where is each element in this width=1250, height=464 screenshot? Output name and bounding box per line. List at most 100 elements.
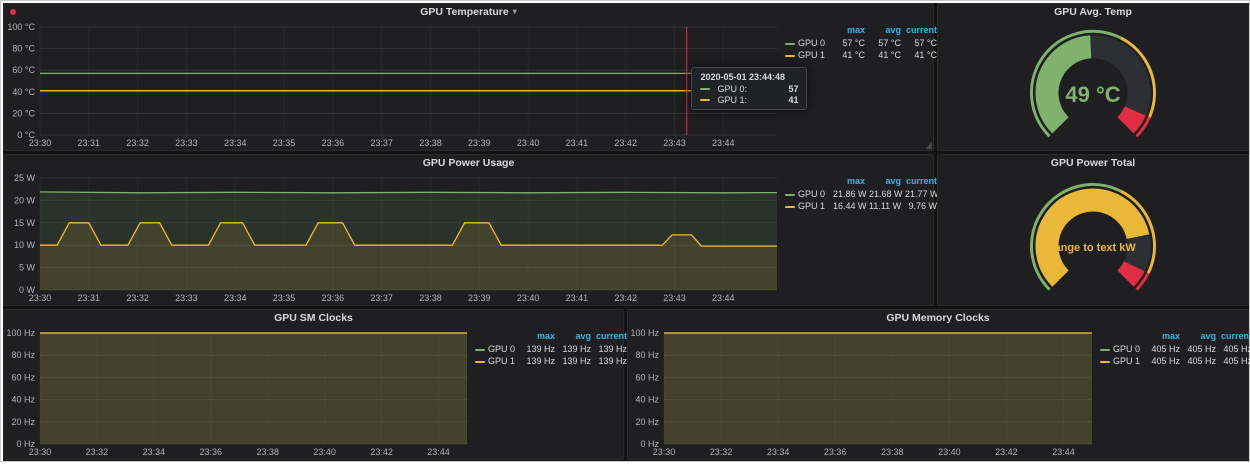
panel-gpu-power-usage: GPU Power Usage 23:3023:3123:3223:3323:3… (3, 154, 934, 306)
x-axis-label: 23:42 (995, 447, 1018, 457)
legend-row: GPU 1405 Hz405 Hz405 Hz (1098, 355, 1250, 367)
y-axis-label: 20 W (14, 195, 36, 205)
legend-series-color-icon (785, 43, 795, 45)
x-axis-label: 23:40 (517, 293, 540, 303)
panel-title: GPU Avg. Temp (1054, 6, 1132, 18)
legend-series-gpu-0[interactable]: GPU 0 (783, 188, 831, 200)
panel-header-gpu-power-usage[interactable]: GPU Power Usage (4, 155, 933, 171)
x-axis-label: 23:32 (126, 138, 149, 148)
chevron-down-icon[interactable]: ▾ (513, 8, 517, 16)
grafana-dashboard: GPU Temperature ▾ 23:3023:3123:3223:3323… (3, 3, 1249, 461)
tooltip-series-color-icon (700, 99, 710, 101)
legend-series-gpu-1[interactable]: GPU 1 (1098, 355, 1146, 367)
gpu-memory-clocks-chart[interactable]: 23:3023:3223:3423:3623:3823:4023:4223:44… (628, 326, 1098, 459)
x-axis-label: 23:37 (370, 293, 393, 303)
panel-body: 23:3023:3223:3423:3623:3823:4023:4223:44… (4, 326, 623, 459)
y-axis-label: 60 °C (12, 65, 35, 75)
panel-gpu-avg-temp: GPU Avg. Temp 49 °C (937, 3, 1249, 151)
legend-row: GPU 141 °C41 °C41 °C (783, 49, 939, 61)
x-axis-label: 23:42 (370, 447, 393, 457)
legend-series-color-icon (785, 55, 795, 57)
legend-series-gpu-0[interactable]: GPU 0 (783, 37, 831, 49)
gauge-value: range to text kW (1050, 242, 1136, 254)
legend-series-gpu-0[interactable]: GPU 0 (1098, 343, 1146, 355)
x-axis-label: 23:40 (517, 138, 540, 148)
legend-series-gpu-1[interactable]: GPU 1 (783, 200, 831, 212)
legend-header-current[interactable]: current (593, 331, 629, 343)
legend-row: GPU 0405 Hz405 Hz405 Hz (1098, 343, 1250, 355)
legend-value: 21.77 W (903, 188, 939, 200)
dashboard-row-1: GPU Temperature ▾ 23:3023:3123:3223:3323… (3, 3, 1249, 151)
y-axis-label: 40 °C (12, 87, 35, 97)
legend-header-max[interactable]: max (831, 25, 867, 37)
legend-value: 11.11 W (867, 200, 903, 212)
legend-header-avg[interactable]: avg (1182, 331, 1218, 343)
x-axis-label: 23:39 (468, 138, 491, 148)
legend-table: maxavgcurrentGPU 021.86 W21.68 W21.77 WG… (783, 176, 939, 212)
panel-header-gpu-temperature[interactable]: GPU Temperature ▾ (4, 4, 933, 20)
x-axis-label: 23:37 (370, 138, 393, 148)
y-axis-label: 25 W (14, 173, 36, 183)
legend-header-current[interactable]: current (903, 176, 939, 188)
panel-gpu-temperature: GPU Temperature ▾ 23:3023:3123:3223:3323… (3, 3, 934, 151)
legend-header-avg[interactable]: avg (867, 25, 903, 37)
x-axis-label: 23:43 (663, 293, 686, 303)
legend-header-avg[interactable]: avg (867, 176, 903, 188)
y-axis-label: 80 Hz (11, 350, 35, 360)
legend-series-gpu-1[interactable]: GPU 1 (783, 49, 831, 61)
mem-chart-canvas: 23:3023:3223:3423:3623:3823:4023:4223:44… (628, 326, 1098, 459)
legend-header-spacer (1098, 331, 1146, 343)
panel-resize-handle[interactable] (925, 142, 932, 149)
y-axis-label: 60 Hz (11, 372, 35, 382)
legend-row: GPU 057 °C57 °C57 °C (783, 37, 939, 49)
panel-title: GPU Power Usage (423, 157, 515, 169)
x-axis-label: 23:31 (78, 293, 101, 303)
temp-chart-canvas: 23:3023:3123:3223:3323:3423:3523:3623:37… (4, 20, 783, 150)
x-axis-label: 23:44 (712, 293, 735, 303)
y-axis-label: 10 W (14, 240, 36, 250)
sm-chart-canvas: 23:3023:3223:3423:3623:3823:4023:4223:44… (4, 326, 473, 459)
legend-table: maxavgcurrentGPU 057 °C57 °C57 °CGPU 1 41… (783, 25, 939, 61)
screenshot-frame: GPU Temperature ▾ 23:3023:3123:3223:3323… (0, 0, 1250, 462)
gpu-sm-clocks-legend: maxavgcurrentGPU 0139 Hz139 Hz139 HzGPU … (473, 326, 623, 459)
gpu-temperature-chart[interactable]: 23:3023:3123:3223:3323:3423:3523:3623:37… (4, 20, 783, 150)
avg_temp-gauge-canvas: 49 °C (938, 20, 1248, 150)
legend-value: 41 °C (867, 49, 903, 61)
x-axis-label: 23:42 (614, 138, 637, 148)
gpu-power-usage-chart[interactable]: 23:3023:3123:3223:3323:3423:3523:3623:37… (4, 171, 783, 305)
gauge-value: 49 °C (1065, 82, 1120, 107)
panel-body: range to text kW (938, 171, 1248, 305)
panel-header-gpu-sm-clocks[interactable]: GPU SM Clocks (4, 310, 623, 326)
y-axis-label: 0 Hz (16, 439, 35, 449)
legend-value: 405 Hz (1146, 343, 1182, 355)
tooltip-series-value: 57 (788, 84, 798, 94)
legend-header-current[interactable]: current (903, 25, 939, 37)
panel-title: GPU SM Clocks (274, 312, 353, 324)
panel-header-gpu-avg-temp[interactable]: GPU Avg. Temp (938, 4, 1248, 20)
tooltip-row: GPU 0:57 (700, 84, 798, 94)
legend-header-current[interactable]: current (1218, 331, 1250, 343)
legend-value: 21.68 W (867, 188, 903, 200)
legend-series-gpu-1[interactable]: GPU 1 (473, 355, 521, 367)
gpu-avg-temp-gauge: 49 °C (938, 20, 1248, 150)
panel-body: 23:3023:3123:3223:3323:3423:3523:3623:37… (4, 20, 933, 150)
panel-gpu-sm-clocks: GPU SM Clocks 23:3023:3223:3423:3623:382… (3, 309, 624, 460)
y-axis-label: 80 Hz (635, 350, 659, 360)
x-axis-label: 23:36 (322, 293, 345, 303)
x-axis-label: 23:31 (78, 138, 101, 148)
legend-row: GPU 116.44 W11.11 W9.76 W (783, 200, 939, 212)
legend-header-max[interactable]: max (521, 331, 557, 343)
legend-header-avg[interactable]: avg (557, 331, 593, 343)
panel-header-gpu-memory-clocks[interactable]: GPU Memory Clocks (628, 310, 1248, 326)
gpu-sm-clocks-chart[interactable]: 23:3023:3223:3423:3623:3823:4023:4223:44… (4, 326, 473, 459)
legend-series-color-icon (785, 206, 795, 208)
x-axis-label: 23:36 (200, 447, 223, 457)
legend-header-max[interactable]: max (831, 176, 867, 188)
legend-series-color-icon (1100, 349, 1110, 351)
tooltip-series-label: GPU 1: (717, 95, 747, 105)
legend-series-gpu-0[interactable]: GPU 0 (473, 343, 521, 355)
legend-header-max[interactable]: max (1146, 331, 1182, 343)
panel-header-gpu-power-total[interactable]: GPU Power Total (938, 155, 1248, 171)
panel-gpu-memory-clocks: GPU Memory Clocks 23:3023:3223:3423:3623… (627, 309, 1249, 460)
x-axis-label: 23:33 (175, 293, 198, 303)
